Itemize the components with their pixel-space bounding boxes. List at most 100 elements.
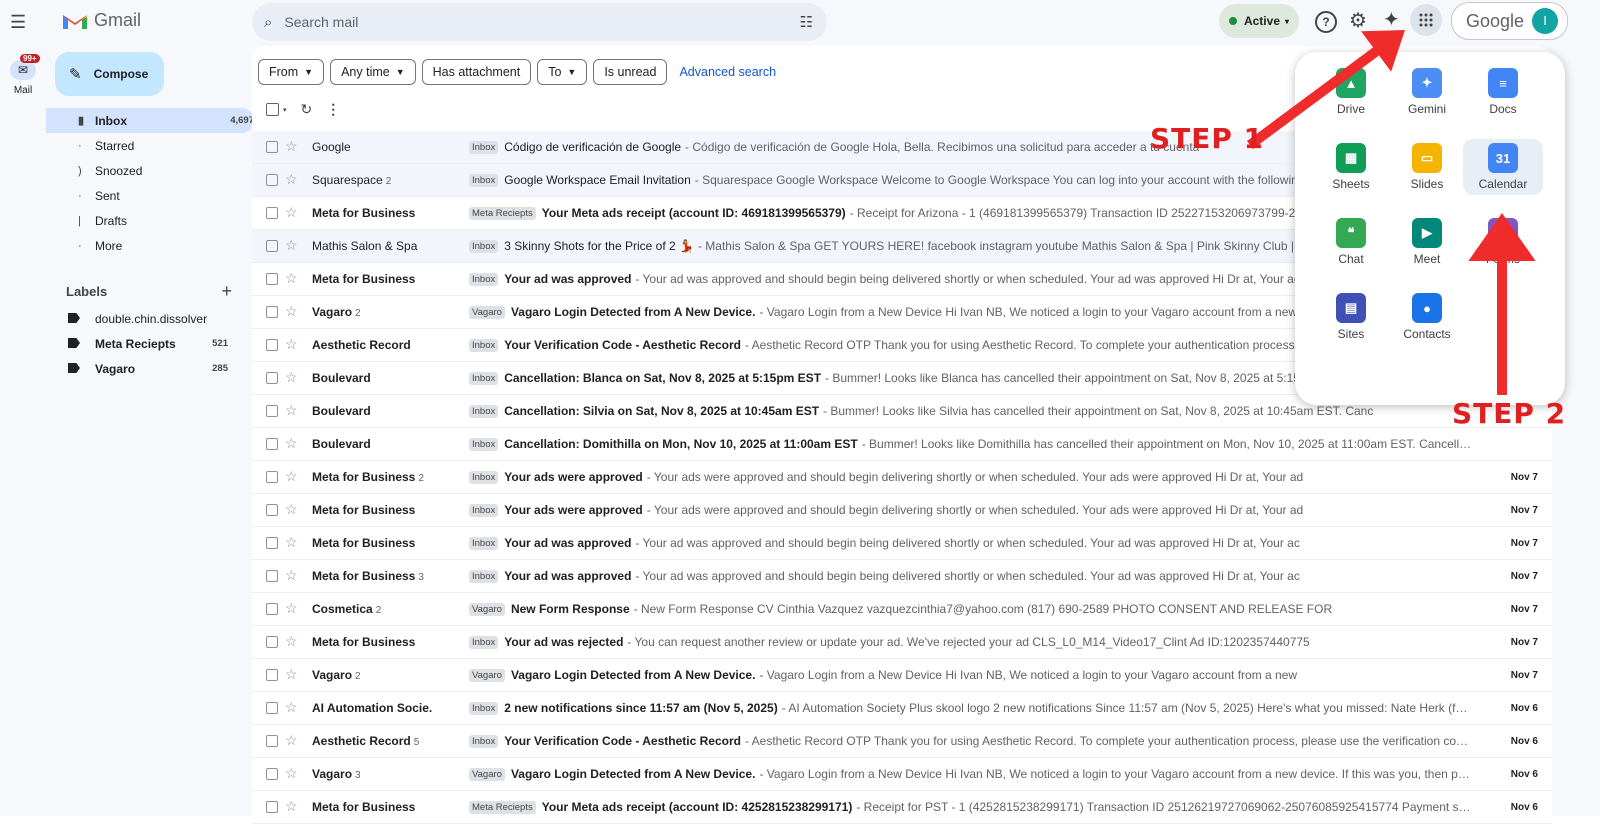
app-drive[interactable]: ▲ Drive: [1311, 68, 1391, 116]
main-menu-icon[interactable]: ☰: [10, 12, 26, 33]
star-icon[interactable]: ☆: [285, 666, 298, 683]
refresh-icon[interactable]: ↻: [301, 101, 313, 118]
app-contacts[interactable]: ● Contacts: [1387, 293, 1467, 341]
row-checkbox[interactable]: [266, 603, 278, 615]
row-checkbox[interactable]: [266, 570, 278, 582]
star-icon[interactable]: ☆: [285, 237, 298, 254]
email-row[interactable]: ☆ Meta for Business Meta Reciepts Your M…: [252, 791, 1552, 824]
star-icon[interactable]: ☆: [285, 336, 298, 353]
mail-rail-button[interactable]: ✉ 99+ Mail: [6, 54, 40, 96]
email-row[interactable]: ☆ Aesthetic Record 5 Inbox Your Verificat…: [252, 725, 1552, 758]
email-row[interactable]: ☆ Vagaro 2 Vagaro Vagaro Login Detected f…: [252, 659, 1552, 692]
row-checkbox[interactable]: [266, 768, 278, 780]
star-icon[interactable]: ☆: [285, 633, 298, 650]
row-checkbox[interactable]: [266, 504, 278, 516]
advanced-search-link[interactable]: Advanced search: [679, 65, 776, 79]
star-icon[interactable]: ☆: [285, 468, 298, 485]
label-item-meta-reciepts[interactable]: Meta Reciepts 521: [46, 331, 252, 356]
app-slides[interactable]: ▭ Slides: [1387, 143, 1467, 191]
star-icon[interactable]: ☆: [285, 732, 298, 749]
app-calendar[interactable]: 31 Calendar: [1463, 139, 1543, 195]
compose-button[interactable]: ✎ Compose: [55, 52, 164, 96]
nav-item-starred[interactable]: · Starred: [46, 133, 252, 158]
google-apps-button[interactable]: [1410, 4, 1442, 36]
nav-item-sent[interactable]: · Sent: [46, 183, 252, 208]
search-options-icon[interactable]: ☷: [800, 13, 813, 31]
app-sheets[interactable]: ▦ Sheets: [1311, 143, 1391, 191]
star-icon[interactable]: ☆: [285, 171, 298, 188]
search-input[interactable]: Search mail: [284, 14, 358, 30]
select-all-checkbox[interactable]: ▾: [266, 103, 287, 116]
email-row[interactable]: ☆ Vagaro 3 Vagaro Vagaro Login Detected f…: [252, 758, 1552, 791]
star-icon[interactable]: ☆: [285, 600, 298, 617]
search-icon[interactable]: ⌕: [264, 14, 272, 31]
filter-chip-from[interactable]: From ▼: [258, 59, 325, 85]
email-row[interactable]: ☆ Meta for Business Inbox Your ad was re…: [252, 626, 1552, 659]
row-checkbox[interactable]: [266, 636, 278, 648]
status-button[interactable]: Active ▾: [1219, 4, 1299, 38]
row-checkbox[interactable]: [266, 438, 278, 450]
label-item-vagaro[interactable]: Vagaro 285: [46, 356, 252, 381]
label-item-double-chin[interactable]: double.chin.dissolver: [46, 306, 252, 331]
email-row[interactable]: ☆ Meta for Business 3 Inbox Your ad was a…: [252, 560, 1552, 593]
add-label-icon[interactable]: +: [221, 281, 232, 302]
row-checkbox[interactable]: [266, 339, 278, 351]
email-row[interactable]: ☆ Meta for Business 2 Inbox Your ads were…: [252, 461, 1552, 494]
star-icon[interactable]: ☆: [285, 798, 298, 815]
star-icon[interactable]: ☆: [285, 402, 298, 419]
row-checkbox[interactable]: [266, 702, 278, 714]
row-checkbox[interactable]: [266, 669, 278, 681]
email-row[interactable]: ☆ Meta for Business Inbox Your ads were …: [252, 494, 1552, 527]
help-icon[interactable]: ?: [1315, 11, 1337, 33]
more-vert-icon[interactable]: ⋮: [326, 101, 340, 118]
star-icon[interactable]: ☆: [285, 534, 298, 551]
gemini-sparkle-icon[interactable]: ✦: [1383, 7, 1400, 32]
nav-item-more[interactable]: · More: [46, 233, 252, 258]
star-icon[interactable]: ☆: [285, 204, 298, 221]
search-bar[interactable]: ⌕ Search mail ☷: [252, 3, 827, 41]
app-docs[interactable]: ≡ Docs: [1463, 68, 1543, 116]
filter-chip-is-unread[interactable]: Is unread: [593, 59, 668, 85]
row-checkbox[interactable]: [266, 174, 278, 186]
email-date: Nov 6: [1510, 735, 1538, 747]
row-checkbox[interactable]: [266, 405, 278, 417]
star-icon[interactable]: ☆: [285, 369, 298, 386]
email-row[interactable]: ☆ Cosmetica 2 Vagaro New Form Response - …: [252, 593, 1552, 626]
filter-chip-to[interactable]: To ▼: [537, 59, 588, 85]
star-icon[interactable]: ☆: [285, 765, 298, 782]
row-checkbox[interactable]: [266, 372, 278, 384]
app-gemini[interactable]: ✦ Gemini: [1387, 68, 1467, 116]
email-row[interactable]: ☆ AI Automation Socie. Inbox 2 new notif…: [252, 692, 1552, 725]
star-icon[interactable]: ☆: [285, 501, 298, 518]
star-icon[interactable]: ☆: [285, 303, 298, 320]
filter-chip-has-attachment[interactable]: Has attachment: [421, 59, 532, 85]
row-checkbox[interactable]: [266, 207, 278, 219]
star-icon[interactable]: ☆: [285, 138, 298, 155]
row-checkbox[interactable]: [266, 801, 278, 813]
app-chat[interactable]: ❝ Chat: [1311, 218, 1391, 266]
star-icon[interactable]: ☆: [285, 270, 298, 287]
email-snippet: - Bummer! Looks like Domithilla has canc…: [861, 437, 1472, 451]
nav-item-inbox[interactable]: ▮ Inbox 4,697: [46, 108, 254, 133]
settings-gear-icon[interactable]: ⚙: [1349, 8, 1367, 33]
row-checkbox[interactable]: [266, 471, 278, 483]
row-checkbox[interactable]: [266, 306, 278, 318]
filter-chip-any-time[interactable]: Any time ▼: [330, 59, 416, 85]
email-row[interactable]: ☆ Meta for Business Inbox Your ad was ap…: [252, 527, 1552, 560]
email-row[interactable]: ☆ Boulevard Inbox Cancellation: Domithil…: [252, 428, 1552, 461]
account-switcher[interactable]: Google I: [1451, 2, 1568, 40]
row-checkbox[interactable]: [266, 240, 278, 252]
row-checkbox[interactable]: [266, 735, 278, 747]
star-icon[interactable]: ☆: [285, 699, 298, 716]
gmail-logo[interactable]: Gmail: [62, 10, 141, 31]
star-icon[interactable]: ☆: [285, 567, 298, 584]
row-checkbox[interactable]: [266, 141, 278, 153]
star-icon[interactable]: ☆: [285, 435, 298, 452]
app-sites[interactable]: ▤ Sites: [1311, 293, 1391, 341]
nav-item-snoozed[interactable]: ) Snoozed: [46, 158, 252, 183]
row-checkbox[interactable]: [266, 537, 278, 549]
row-checkbox[interactable]: [266, 273, 278, 285]
app-meet[interactable]: ▶ Meet: [1387, 218, 1467, 266]
nav-item-drafts[interactable]: | Drafts: [46, 208, 252, 233]
app-forms[interactable]: ☰ Forms: [1463, 218, 1543, 266]
